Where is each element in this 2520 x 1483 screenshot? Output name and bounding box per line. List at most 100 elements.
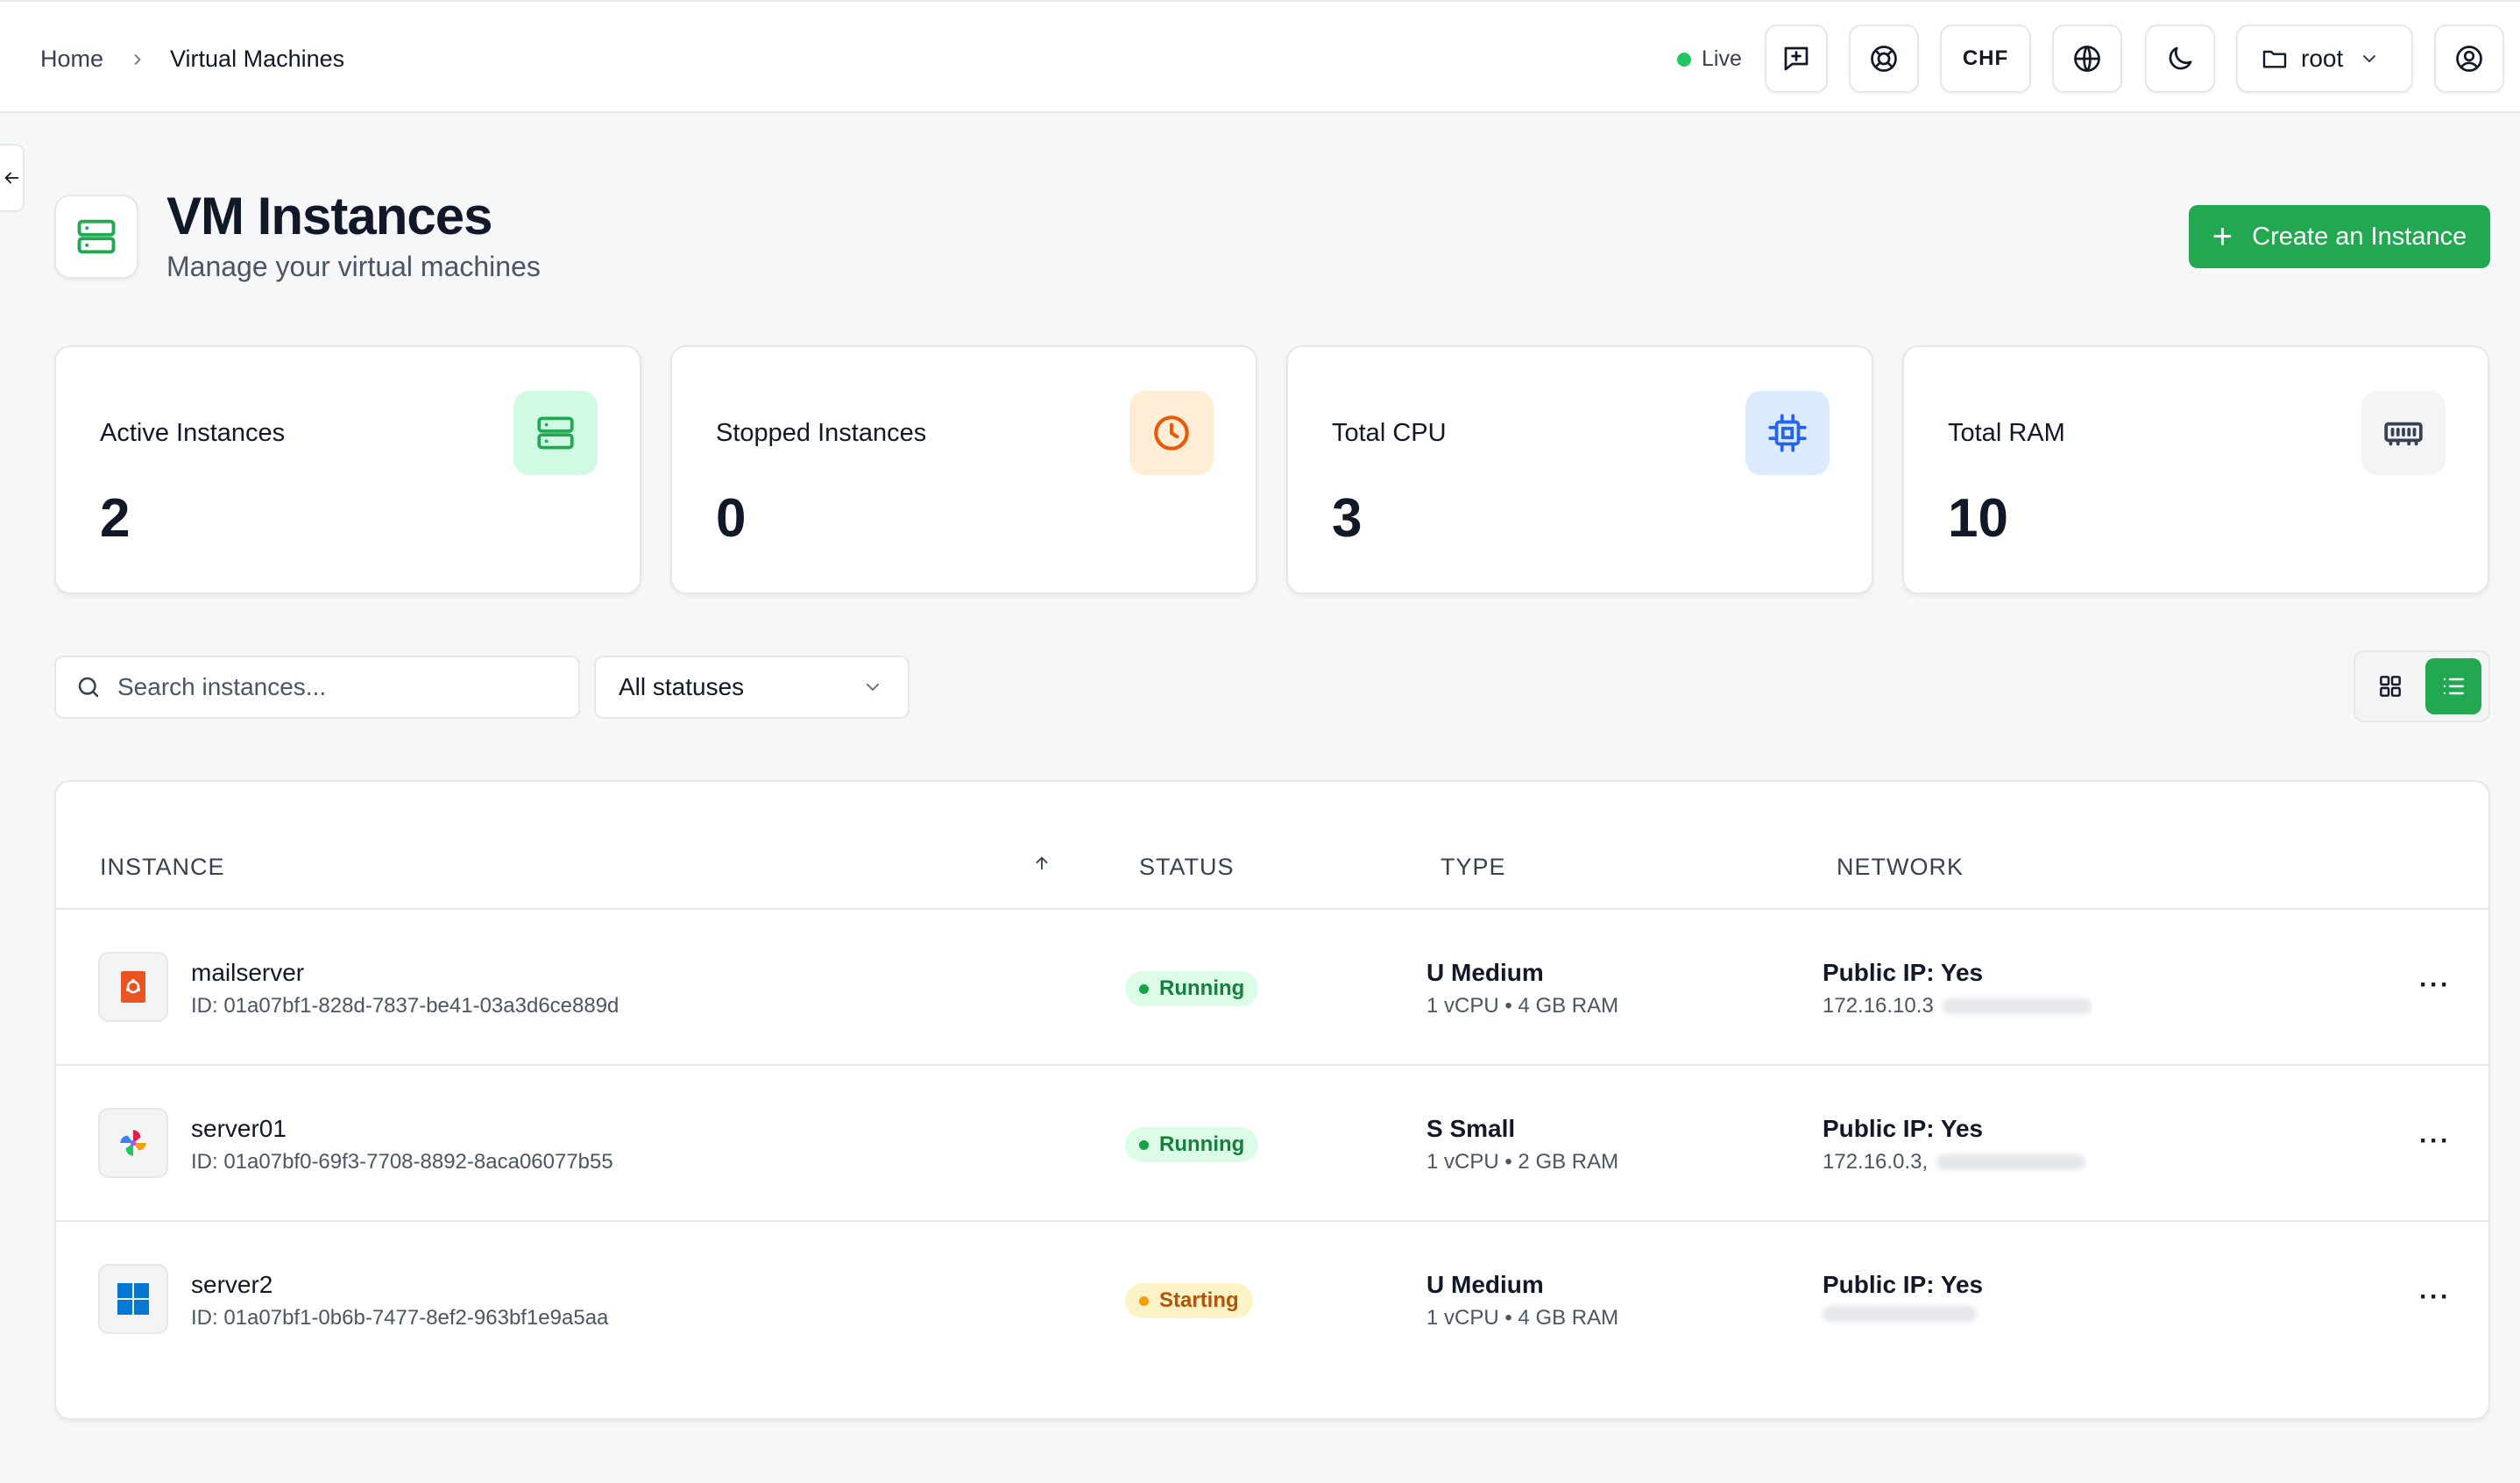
ubuntu-icon <box>98 952 168 1022</box>
stat-card-stopped-instances: Stopped Instances 0 <box>670 345 1257 594</box>
stat-label: Total CPU <box>1332 419 1447 447</box>
lifebuoy-icon <box>1871 46 1897 72</box>
stat-value: 2 <box>100 488 131 549</box>
column-header-status: STATUS <box>1139 854 1235 880</box>
sort-ascending-icon[interactable] <box>1032 854 1051 877</box>
more-actions-button[interactable]: ··· <box>2413 968 2457 1003</box>
chevron-right-icon <box>126 48 149 71</box>
private-ip: 172.16.0.3, <box>1823 1150 1929 1174</box>
live-label: Live <box>1702 46 1742 71</box>
ip-address: 172.16.0.3, <box>1823 1150 2086 1174</box>
status-badge: Running <box>1125 971 1259 1006</box>
table-row[interactable]: mailserver ID: 01a07bf1-828d-7837-be41-0… <box>56 910 2488 1066</box>
search-input[interactable] <box>117 673 538 701</box>
instance-spec: 1 vCPU • 4 GB RAM <box>1426 994 1619 1018</box>
project-selector-label: root <box>2301 45 2344 72</box>
public-ip-status: Public IP: Yes <box>1823 1271 1984 1298</box>
page-subtitle: Manage your virtual machines <box>166 251 541 282</box>
status-dot <box>1139 1295 1149 1306</box>
breadcrumb-current: Virtual Machines <box>170 46 345 72</box>
live-indicator: Live <box>1677 46 1742 72</box>
create-instance-button[interactable]: + Create an Instance <box>2189 205 2490 268</box>
stat-label: Active Instances <box>100 419 286 447</box>
more-actions-button[interactable]: ··· <box>2413 1124 2457 1159</box>
instance-id: ID: 01a07bf0-69f3-7708-8892-8aca06077b55 <box>191 1150 613 1174</box>
feedback-button[interactable] <box>1765 25 1828 93</box>
redacted-public-ip <box>1936 1154 2086 1170</box>
table-row[interactable]: server2 ID: 01a07bf1-0b6b-7477-8ef2-963b… <box>56 1222 2488 1378</box>
page-title-icon <box>54 195 138 279</box>
grid-icon <box>2380 676 2401 697</box>
view-mode-toggle <box>2354 650 2490 722</box>
grid-view-button[interactable] <box>2362 658 2418 714</box>
globe-icon <box>2074 46 2100 72</box>
status-badge: Starting <box>1125 1283 1253 1318</box>
search-icon <box>78 677 99 698</box>
public-ip-status: Public IP: Yes <box>1823 959 1984 986</box>
folder-icon <box>2262 50 2287 68</box>
list-view-button[interactable] <box>2425 658 2481 714</box>
instance-spec: 1 vCPU • 4 GB RAM <box>1426 1306 1619 1330</box>
live-dot <box>1677 52 1691 67</box>
message-plus-icon <box>1784 46 1809 71</box>
table-row[interactable]: server01 ID: 01a07bf0-69f3-7708-8892-8ac… <box>56 1066 2488 1222</box>
stat-value: 10 <box>1948 488 2008 549</box>
stat-card-total-ram: Total RAM 10 <box>1902 345 2489 594</box>
status-label: Running <box>1159 976 1245 1000</box>
page-title: VM Instances <box>166 187 492 245</box>
moon-icon <box>2169 46 2192 70</box>
instance-type: U Medium <box>1426 959 1544 986</box>
instance-id: ID: 01a07bf1-0b6b-7477-8ef2-963bf1e9a5aa <box>191 1306 609 1330</box>
status-filter-select[interactable]: All statuses <box>594 656 910 719</box>
public-ip-status: Public IP: Yes <box>1823 1115 1984 1142</box>
cpu-icon <box>1745 391 1830 475</box>
instances-table: INSTANCE STATUS TYPE NETWORK mailserver … <box>54 780 2490 1420</box>
stat-card-active-instances: Active Instances 2 <box>54 345 641 594</box>
breadcrumb: Home Virtual Machines <box>40 46 344 73</box>
language-button[interactable] <box>2052 25 2122 93</box>
windows-icon <box>98 1264 168 1334</box>
search-box[interactable] <box>54 656 580 719</box>
pinwheel-os-icon <box>98 1108 168 1178</box>
memory-icon <box>2361 391 2446 475</box>
private-ip: 172.16.10.3 <box>1823 994 1934 1018</box>
top-bar: Home Virtual Machines Live CHF root <box>0 0 2520 113</box>
ip-address <box>1823 1306 1977 1322</box>
status-dot <box>1139 983 1149 994</box>
stat-value: 0 <box>716 488 747 549</box>
instance-type: S Small <box>1426 1115 1516 1142</box>
list-icon <box>2443 678 2464 695</box>
sidebar-toggle-button[interactable] <box>0 144 25 212</box>
currency-button[interactable]: CHF <box>1940 25 2031 93</box>
more-actions-button[interactable]: ··· <box>2413 1280 2457 1315</box>
table-header: INSTANCE STATUS TYPE NETWORK <box>56 782 2488 910</box>
support-button[interactable] <box>1849 25 1919 93</box>
create-instance-label: Create an Instance <box>2252 222 2467 251</box>
chevron-down-icon <box>2363 55 2376 62</box>
stat-value: 3 <box>1332 488 1363 549</box>
instance-id: ID: 01a07bf1-828d-7837-be41-03a3d6ce889d <box>191 994 619 1018</box>
user-circle-icon <box>2456 46 2482 72</box>
server-icon <box>513 391 598 475</box>
ip-address: 172.16.10.3 <box>1823 994 2092 1018</box>
instance-name[interactable]: mailserver <box>191 959 304 987</box>
server-icon <box>77 219 116 254</box>
stat-card-total-cpu: Total CPU 3 <box>1286 345 1873 594</box>
theme-toggle-button[interactable] <box>2145 25 2215 93</box>
account-button[interactable] <box>2434 25 2504 93</box>
instance-name[interactable]: server2 <box>191 1271 273 1299</box>
instance-type: U Medium <box>1426 1271 1544 1298</box>
column-header-type: TYPE <box>1441 854 1506 880</box>
stat-label: Stopped Instances <box>716 419 927 447</box>
arrow-left-icon <box>4 172 19 184</box>
breadcrumb-home[interactable]: Home <box>40 46 103 73</box>
clock-icon <box>1129 391 1214 475</box>
status-dot <box>1139 1139 1149 1150</box>
status-filter-value: All statuses <box>619 673 745 700</box>
plus-icon: + <box>2212 217 2233 256</box>
column-header-instance[interactable]: INSTANCE <box>100 854 225 881</box>
instance-name[interactable]: server01 <box>191 1115 287 1143</box>
project-selector[interactable]: root <box>2236 25 2413 93</box>
status-badge: Running <box>1125 1127 1259 1162</box>
instance-spec: 1 vCPU • 2 GB RAM <box>1426 1150 1619 1174</box>
